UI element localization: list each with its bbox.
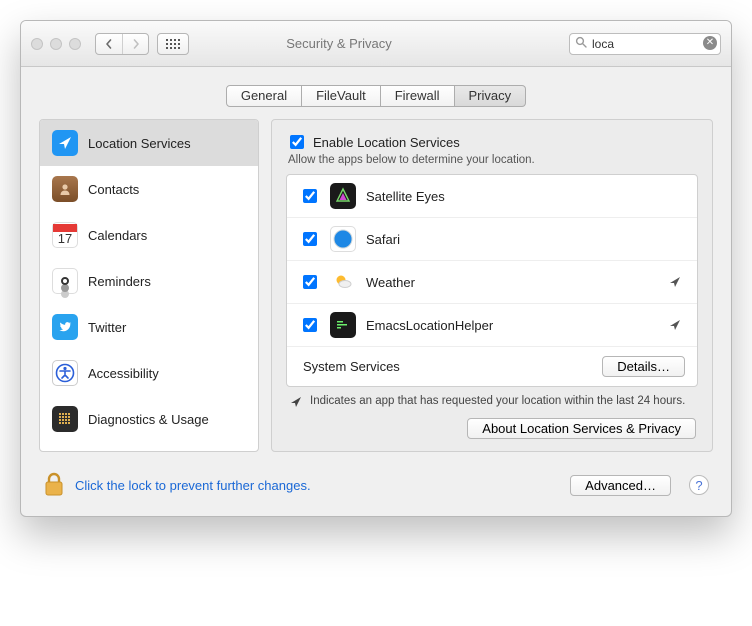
app-row-satellite-eyes: Satellite Eyes — [287, 175, 697, 218]
help-button[interactable]: ? — [689, 475, 709, 495]
contacts-icon — [52, 176, 78, 202]
zoom-window-button[interactable] — [69, 38, 81, 50]
twitter-icon — [52, 314, 78, 340]
main-panel: Enable Location Services Allow the apps … — [271, 119, 713, 452]
sidebar-item-contacts[interactable]: Contacts — [40, 166, 258, 212]
sidebar-item-label: Contacts — [88, 182, 139, 197]
accessibility-icon — [52, 360, 78, 386]
about-location-button[interactable]: About Location Services & Privacy — [467, 418, 696, 439]
app-row-emacslocationhelper: EmacsLocationHelper — [287, 304, 697, 347]
lock-text[interactable]: Click the lock to prevent further change… — [75, 478, 560, 493]
enable-location-description: Allow the apps below to determine your l… — [288, 154, 698, 166]
forward-button[interactable] — [122, 34, 148, 54]
sidebar-item-label: Diagnostics & Usage — [88, 412, 209, 427]
nav-back-forward — [95, 33, 149, 55]
emacs-icon — [330, 312, 356, 338]
legend-note: Indicates an app that has requested your… — [286, 387, 698, 418]
footer: Click the lock to prevent further change… — [21, 460, 731, 516]
weather-icon — [330, 269, 356, 295]
app-checkbox[interactable] — [303, 189, 317, 203]
system-services-row: System Services Details… — [287, 347, 697, 386]
back-button[interactable] — [96, 34, 122, 54]
sidebar-item-reminders[interactable]: Reminders — [40, 258, 258, 304]
reminders-icon — [52, 268, 78, 294]
app-checkbox[interactable] — [303, 232, 317, 246]
recent-location-icon — [669, 319, 681, 331]
sidebar-item-label: Calendars — [88, 228, 147, 243]
safari-icon — [330, 226, 356, 252]
tab-bar: General FileVault Firewall Privacy — [226, 85, 526, 107]
app-checkbox[interactable] — [303, 318, 317, 332]
app-name-label: Weather — [366, 275, 659, 290]
sidebar-item-label: Reminders — [88, 274, 151, 289]
recent-location-icon — [669, 276, 681, 288]
enable-location-checkbox[interactable] — [290, 135, 304, 149]
lock-icon[interactable] — [43, 472, 65, 498]
sidebar-item-location-services[interactable]: Location Services — [40, 120, 258, 166]
preferences-window: Security & Privacy ✕ General FileVault F… — [20, 20, 732, 517]
sidebar-item-label: Twitter — [88, 320, 126, 335]
app-name-label: Safari — [366, 232, 685, 247]
advanced-button[interactable]: Advanced… — [570, 475, 671, 496]
close-window-button[interactable] — [31, 38, 43, 50]
details-button[interactable]: Details… — [602, 356, 685, 377]
satellite-eyes-icon — [330, 183, 356, 209]
sidebar-item-accessibility[interactable]: Accessibility — [40, 350, 258, 396]
window-title: Security & Privacy — [157, 36, 521, 51]
app-name-label: Satellite Eyes — [366, 189, 685, 204]
content-area: Location Services Contacts 17 Calendars … — [21, 107, 731, 460]
enable-location-label: Enable Location Services — [313, 135, 460, 150]
sidebar-item-calendars[interactable]: 17 Calendars — [40, 212, 258, 258]
tab-filevault[interactable]: FileVault — [302, 85, 381, 107]
tab-general[interactable]: General — [226, 85, 302, 107]
diagnostics-icon — [52, 406, 78, 432]
titlebar: Security & Privacy ✕ — [21, 21, 731, 67]
legend-text: Indicates an app that has requested your… — [310, 395, 685, 407]
minimize-window-button[interactable] — [50, 38, 62, 50]
search-container: ✕ — [569, 33, 721, 55]
system-services-label: System Services — [303, 359, 592, 374]
recent-location-icon — [290, 396, 302, 408]
app-row-safari: Safari — [287, 218, 697, 261]
location-arrow-icon — [52, 130, 78, 156]
sidebar-item-diagnostics[interactable]: Diagnostics & Usage — [40, 396, 258, 442]
search-input[interactable] — [569, 33, 721, 55]
app-name-label: EmacsLocationHelper — [366, 318, 659, 333]
sidebar-item-label: Location Services — [88, 136, 191, 151]
sidebar-item-twitter[interactable]: Twitter — [40, 304, 258, 350]
tab-firewall[interactable]: Firewall — [381, 85, 455, 107]
sidebar-item-label: Accessibility — [88, 366, 159, 381]
calendar-icon: 17 — [52, 222, 78, 248]
app-checkbox[interactable] — [303, 275, 317, 289]
app-row-weather: Weather — [287, 261, 697, 304]
app-list: Satellite Eyes Safari Weather — [286, 174, 698, 387]
search-icon — [575, 36, 587, 48]
clear-search-button[interactable]: ✕ — [703, 36, 717, 50]
privacy-sidebar: Location Services Contacts 17 Calendars … — [39, 119, 259, 452]
tab-privacy[interactable]: Privacy — [455, 85, 527, 107]
window-controls — [31, 38, 81, 50]
